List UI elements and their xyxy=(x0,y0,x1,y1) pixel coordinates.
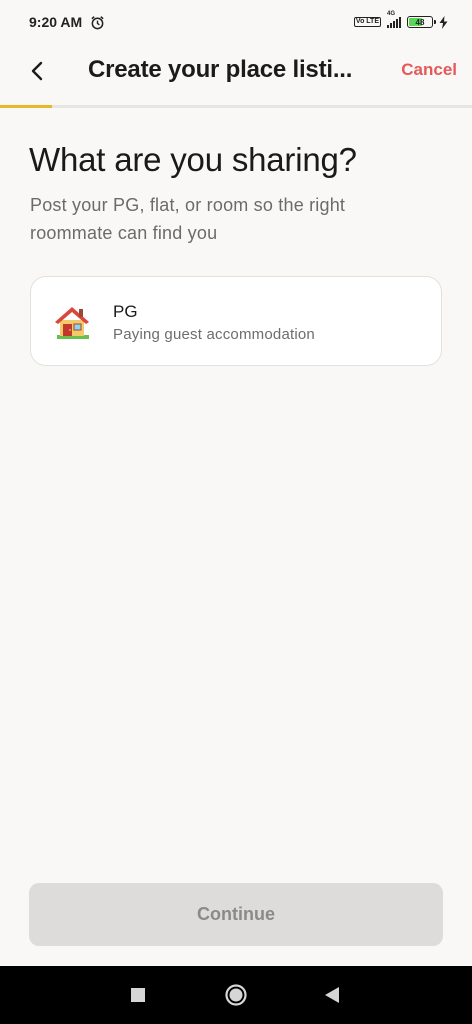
status-bar: 9:20 AM Vo LTE 4G 48 xyxy=(0,0,472,44)
lightning-icon xyxy=(439,15,448,29)
battery-level: 48 xyxy=(415,17,425,27)
alarm-clock-icon xyxy=(91,15,104,29)
recents-button[interactable] xyxy=(124,981,152,1009)
house-icon xyxy=(55,307,89,339)
progress-track xyxy=(0,105,472,108)
page-title: Create your place listi... xyxy=(88,56,353,83)
section-heading: What are you sharing? xyxy=(29,141,357,178)
triangle-back-icon xyxy=(325,987,339,1003)
battery-icon: 48 xyxy=(407,16,436,28)
volte-badge: Vo LTE xyxy=(353,17,381,27)
back-button[interactable] xyxy=(22,56,52,86)
home-button[interactable] xyxy=(222,981,250,1009)
app-header: Create your place listi... Cancel xyxy=(0,44,472,100)
android-nav-bar xyxy=(0,966,472,1024)
system-back-button[interactable] xyxy=(318,981,346,1009)
network-type: 4G xyxy=(387,11,396,17)
clock-time: 9:20 AM xyxy=(29,14,83,30)
status-left: 9:20 AM xyxy=(29,14,105,30)
option-title: PG xyxy=(113,302,138,321)
option-card-pg[interactable]: PG Paying guest accommodation xyxy=(30,276,442,366)
section-subheading: Post your PG, flat, or room so the right… xyxy=(30,195,346,243)
status-right: Vo LTE 4G 48 xyxy=(353,11,448,29)
continue-button[interactable]: Continue xyxy=(29,883,443,946)
signal-icon: 4G xyxy=(387,11,401,28)
chevron-left-icon xyxy=(31,61,43,81)
option-description: Paying guest accommodation xyxy=(113,326,315,343)
circle-icon xyxy=(225,984,247,1006)
square-icon xyxy=(131,988,145,1002)
cancel-button[interactable]: Cancel xyxy=(401,60,457,80)
progress-bar-fill xyxy=(0,105,52,108)
